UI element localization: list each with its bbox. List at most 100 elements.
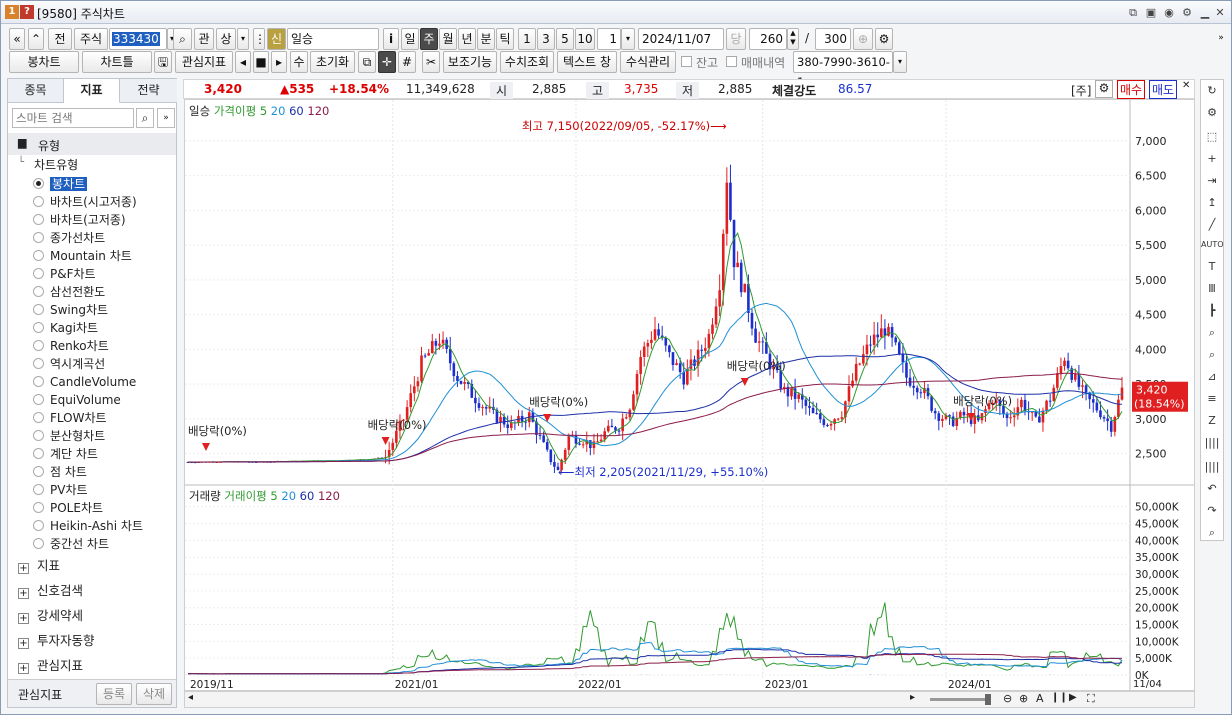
bar-divider-icon[interactable]: |||| [1201,436,1223,449]
chart-scroll-bar[interactable]: ◂ ▸ ⊖ ⊕ A ❙❙ ▶ ⛶ [184,691,1195,708]
gear-icon[interactable]: ⚙ [875,28,893,50]
chart-type-item[interactable]: PV차트 [33,481,88,499]
expand-icon[interactable]: + [18,563,29,574]
save-icon[interactable]: 🖫 [154,51,172,73]
quote-gear-icon[interactable]: ⚙ [1095,80,1113,98]
date-input[interactable]: 2024/11/07 [638,28,724,50]
radio-button[interactable] [33,484,44,495]
price-volume-chart[interactable]: 7,0006,5006,0005,5005,0004,5004,0003,500… [185,100,1194,691]
chart-type-item[interactable]: 바차트(고저종) [33,211,126,229]
chart-area[interactable]: 7,0006,5006,0005,5005,0004,5004,0003,500… [184,99,1195,691]
number-button[interactable]: 수 [290,51,308,73]
cross-line-icon[interactable]: + [1201,152,1223,165]
zoom-out-icon[interactable]: ⊖ [1003,692,1012,705]
chart-type-item[interactable]: 역시계곡선 [33,355,105,373]
radio-button[interactable] [33,412,44,423]
radio-button[interactable] [33,250,44,261]
zoom-slider-thumb[interactable] [985,694,991,705]
account-select[interactable]: 380-7990-3610-1 [793,51,893,89]
chart-type-select[interactable]: 봉차트 [9,51,79,73]
radio-button[interactable] [33,538,44,549]
radio-button[interactable] [33,376,44,387]
candle-icon[interactable]: ┣ [1201,304,1223,317]
section-item[interactable]: + 투자자동향 [18,630,95,652]
nav-first-button[interactable]: « [9,28,25,50]
trend-line-icon[interactable]: ╱ [1201,218,1223,231]
expand-icon[interactable]: + [18,638,29,649]
scroll-right-icon[interactable]: ▸ [271,51,287,73]
trade-history-checkbox[interactable] [726,56,737,67]
zoom-icon[interactable]: ⌕ [1201,526,1223,540]
delete-button[interactable]: 삭제 [136,683,172,705]
chart-type-item[interactable]: 봉차트 [33,175,88,193]
register-button[interactable]: 등록 [96,683,132,705]
stock-name-field[interactable]: 일승 [287,28,379,50]
sang-button[interactable]: 상 [216,28,236,50]
zoom-box-icon[interactable]: ⌕ [1201,348,1223,362]
text-window-button[interactable]: 텍스트 창 [557,51,617,73]
period-day-button[interactable]: 일 [401,28,419,50]
zoom-add-icon[interactable]: ⊕ [853,28,873,50]
text-tool-icon[interactable]: T [1201,260,1223,273]
period-tick-button[interactable]: 틱 [496,28,514,50]
chart-type-item[interactable]: P&F차트 [33,265,96,283]
formula-mgmt-button[interactable]: 수식관리 [620,51,676,73]
scroll-left-icon[interactable]: ◂ [235,51,251,73]
radio-button[interactable] [33,430,44,441]
chart-type-item[interactable]: Mountain 차트 [33,247,132,265]
fullscreen-icon[interactable]: ⛶ [1087,692,1095,706]
radio-button[interactable] [33,304,44,315]
auto-line-icon[interactable]: AUTO [1201,240,1224,249]
minute-5-button[interactable]: 5 [556,28,574,50]
chart-type-item[interactable]: 바차트(시고저종) [33,193,137,211]
copy-icon[interactable]: ▣ [1143,5,1159,20]
zoom-in-icon[interactable]: ⊕ [1019,692,1028,705]
view-count-spinner[interactable]: ▲ ▼ [787,28,799,50]
camera-icon[interactable]: ◉ [1161,5,1177,20]
count-input[interactable]: 1 [597,28,621,50]
info-button[interactable]: i [383,28,399,50]
vertical-line-icon[interactable]: ↥ [1201,196,1223,209]
section-item[interactable]: + 지표 [18,555,60,577]
tool-settings-icon[interactable]: ⚙ [1201,106,1223,119]
collapse-icon[interactable]: » [157,108,175,128]
prev-button[interactable]: 전 [48,28,72,50]
help-icon[interactable]: ? [20,5,34,19]
sell-button[interactable]: 매도 [1149,80,1178,99]
chart-type-item[interactable]: Swing차트 [33,301,108,319]
max-count-input[interactable]: 300 [815,28,851,50]
expand-right-icon[interactable]: » [1215,28,1227,50]
refresh-icon[interactable]: ↻ [1201,84,1223,97]
settings-icon[interactable]: ⚙ [1179,5,1195,20]
search-icon[interactable]: ⌕ [136,108,154,128]
quote-close-icon[interactable]: ✕ [1182,80,1190,91]
chart-type-item[interactable]: CandleVolume [33,373,136,391]
bars-icon[interactable]: |||| [1201,460,1223,473]
search-icon[interactable]: ⌕ [173,28,192,50]
scissors-icon[interactable]: ✂ [422,51,440,73]
reset-button[interactable]: 초기화 [310,51,355,73]
smart-search-input[interactable] [12,108,134,128]
chart-type-item[interactable]: Heikin-Ashi 차트 [33,517,143,535]
stop-icon[interactable]: ■ [253,51,269,73]
period-year-button[interactable]: 년 [458,28,476,50]
chart-type-item[interactable]: POLE차트 [33,499,103,517]
radio-button[interactable] [33,214,44,225]
section-type-header[interactable]: ▆ 유형 [8,133,176,155]
redo-icon[interactable]: ↷ [1201,504,1223,517]
expand-icon[interactable]: + [18,613,29,624]
interest-indicator-button[interactable]: 관심지표 [175,51,233,73]
scroll-left-arrow-icon[interactable]: ◂ [188,692,193,703]
gwan-button[interactable]: 관 [194,28,214,50]
minute-3-button[interactable]: 3 [537,28,555,50]
section-item[interactable]: + 강세약세 [18,605,83,627]
channel-icon[interactable]: Z [1201,414,1223,427]
chart-type-item[interactable]: 중간선 차트 [33,535,109,553]
expand-icon[interactable]: + [18,588,29,599]
crosshair-icon[interactable]: ✛ [378,51,396,73]
chart-type-item[interactable]: 분산형차트 [33,427,105,445]
tab-indicators[interactable]: 지표 [64,79,120,103]
ruler-icon[interactable]: ≡ [1201,392,1223,405]
radio-button[interactable] [33,286,44,297]
account-dropdown-icon[interactable]: ▾ [893,51,907,73]
